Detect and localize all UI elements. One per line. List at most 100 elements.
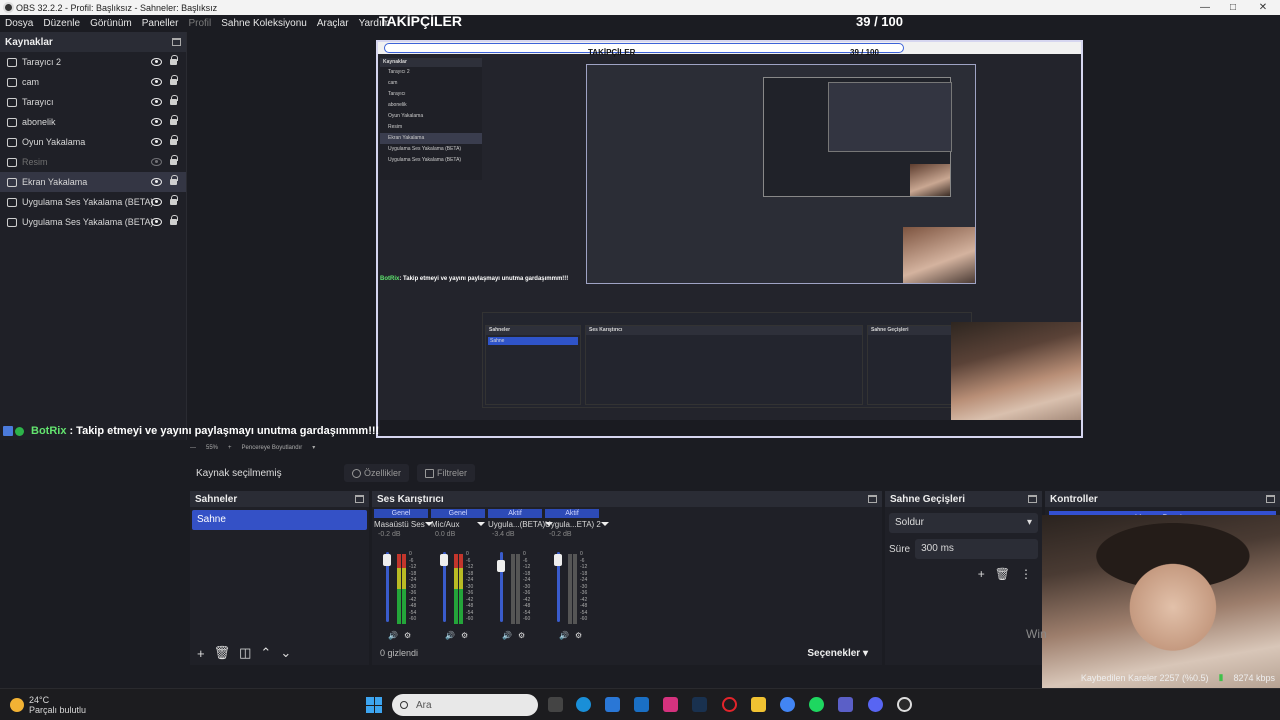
- visibility-eye-icon[interactable]: [151, 118, 162, 126]
- channel-settings-icon[interactable]: ⚙: [518, 631, 525, 640]
- channel-settings-icon[interactable]: ⚙: [461, 631, 468, 640]
- properties-button[interactable]: Özellikler: [344, 464, 410, 482]
- undock-icon[interactable]: [172, 38, 181, 46]
- lock-icon[interactable]: [170, 215, 178, 225]
- lock-icon[interactable]: [170, 75, 178, 85]
- menu-view[interactable]: Görünüm: [90, 18, 132, 29]
- menu-edit[interactable]: Düzenle: [43, 18, 80, 29]
- weather-widget[interactable]: 24°C Parçalı bulutlu: [10, 695, 86, 715]
- minimize-button[interactable]: —: [1190, 0, 1220, 15]
- visibility-eye-icon[interactable]: [151, 138, 162, 146]
- teams-icon[interactable]: [838, 697, 853, 712]
- menu-file[interactable]: Dosya: [5, 18, 33, 29]
- visibility-eye-icon[interactable]: [151, 58, 162, 66]
- move-down-icon[interactable]: ⌄: [280, 645, 291, 661]
- maximize-button[interactable]: □: [1218, 0, 1248, 15]
- volume-slider[interactable]: [497, 552, 505, 622]
- volume-knob[interactable]: [554, 554, 562, 566]
- opera-icon[interactable]: [722, 697, 737, 712]
- volume-slider[interactable]: [383, 552, 391, 622]
- lock-icon[interactable]: [170, 175, 178, 185]
- visibility-eye-icon[interactable]: [151, 78, 162, 86]
- lock-icon[interactable]: [170, 155, 178, 165]
- channel-name[interactable]: Uygula...ETA) 2: [545, 518, 601, 531]
- move-up-icon[interactable]: ⌃: [260, 645, 271, 661]
- menu-profile[interactable]: Profil: [188, 18, 211, 29]
- instagram-icon[interactable]: [663, 697, 678, 712]
- windows-start-icon[interactable]: [366, 697, 382, 713]
- source-item[interactable]: Resim: [0, 152, 186, 172]
- zoom-in-icon[interactable]: +: [228, 445, 232, 451]
- source-item[interactable]: abonelik: [0, 112, 186, 132]
- filters-button[interactable]: Filtreler: [417, 464, 476, 482]
- add-icon[interactable]: +: [978, 567, 985, 581]
- source-item[interactable]: Uygulama Ses Yakalama (BETA): [0, 192, 186, 212]
- source-item[interactable]: Uygulama Ses Yakalama (BETA): [0, 212, 186, 232]
- channel-settings-icon[interactable]: ⚙: [575, 631, 582, 640]
- chrome-icon[interactable]: [780, 697, 795, 712]
- edge-icon[interactable]: [576, 697, 591, 712]
- visibility-eye-icon[interactable]: [151, 218, 162, 226]
- visibility-eye-icon[interactable]: [151, 158, 162, 166]
- scene-item[interactable]: Sahne: [192, 510, 367, 530]
- source-item[interactable]: Tarayıcı 2: [0, 52, 186, 72]
- volume-knob[interactable]: [383, 554, 391, 566]
- close-button[interactable]: ✕: [1248, 0, 1278, 15]
- source-type-icon: [7, 197, 17, 207]
- mixer-options-button[interactable]: Seçenekler ▾: [807, 648, 868, 659]
- channel-settings-icon[interactable]: ⚙: [404, 631, 411, 640]
- lock-icon[interactable]: [170, 95, 178, 105]
- taskbar-search[interactable]: Ara: [392, 694, 538, 716]
- add-icon[interactable]: +: [197, 646, 205, 661]
- transition-select[interactable]: Soldur ▾: [889, 513, 1038, 533]
- mute-speaker-icon[interactable]: 🔊: [559, 631, 569, 640]
- undock-icon[interactable]: [1028, 495, 1037, 503]
- folder-icon[interactable]: [751, 697, 766, 712]
- obs-taskbar-icon[interactable]: [897, 697, 912, 712]
- transitions-title: Sahne Geçişleri: [890, 493, 966, 505]
- visibility-eye-icon[interactable]: [151, 198, 162, 206]
- volume-knob[interactable]: [440, 554, 448, 566]
- store-icon[interactable]: [605, 697, 620, 712]
- mute-speaker-icon[interactable]: 🔊: [388, 631, 398, 640]
- menu-tools[interactable]: Araçlar: [317, 18, 349, 29]
- volume-knob[interactable]: [497, 560, 505, 572]
- zoom-fit[interactable]: Pencereye Boyutlandır: [242, 445, 303, 451]
- trash-icon[interactable]: 🗑: [214, 645, 231, 661]
- source-item[interactable]: cam: [0, 72, 186, 92]
- undock-icon[interactable]: [1266, 495, 1275, 503]
- filter-icon[interactable]: ◫: [239, 645, 251, 661]
- zoom-out-icon[interactable]: —: [190, 445, 196, 451]
- channel-name[interactable]: Uygula...(BETA): [488, 518, 545, 531]
- chevron-down-icon[interactable]: ▾: [312, 444, 315, 451]
- source-item[interactable]: Tarayıcı: [0, 92, 186, 112]
- outlook-icon[interactable]: [634, 697, 649, 712]
- discord-icon[interactable]: [868, 697, 883, 712]
- menu-scene-collection[interactable]: Sahne Koleksiyonu: [221, 18, 307, 29]
- lock-icon[interactable]: [170, 195, 178, 205]
- channel-name[interactable]: Mic/Aux: [431, 518, 485, 531]
- preview-canvas[interactable]: TAKİPÇİLER 39 / 100 Kaynaklar Tarayıcı 2…: [376, 40, 1083, 438]
- mute-speaker-icon[interactable]: 🔊: [502, 631, 512, 640]
- mute-speaker-icon[interactable]: 🔊: [445, 631, 455, 640]
- volume-slider[interactable]: [554, 552, 562, 622]
- undock-icon[interactable]: [868, 495, 877, 503]
- visibility-eye-icon[interactable]: [151, 98, 162, 106]
- source-item[interactable]: Ekran Yakalama: [0, 172, 186, 192]
- source-item[interactable]: Oyun Yakalama: [0, 132, 186, 152]
- volume-slider[interactable]: [440, 552, 448, 622]
- lock-icon[interactable]: [170, 135, 178, 145]
- task-view-icon[interactable]: [548, 697, 563, 712]
- duration-input[interactable]: 300 ms: [915, 539, 1038, 559]
- visibility-eye-icon[interactable]: [151, 178, 162, 186]
- trash-icon[interactable]: 🗑: [995, 567, 1010, 581]
- lock-icon[interactable]: [170, 115, 178, 125]
- spotify-icon[interactable]: [809, 697, 824, 712]
- steam-icon[interactable]: [692, 697, 707, 712]
- undock-icon[interactable]: [355, 495, 364, 503]
- menu-docks[interactable]: Paneller: [142, 18, 179, 29]
- more-icon[interactable]: ⋮: [1020, 567, 1032, 581]
- lock-icon[interactable]: [170, 55, 178, 65]
- source-type-icon: [7, 217, 17, 227]
- channel-name[interactable]: Masaüstü Ses: [374, 518, 428, 531]
